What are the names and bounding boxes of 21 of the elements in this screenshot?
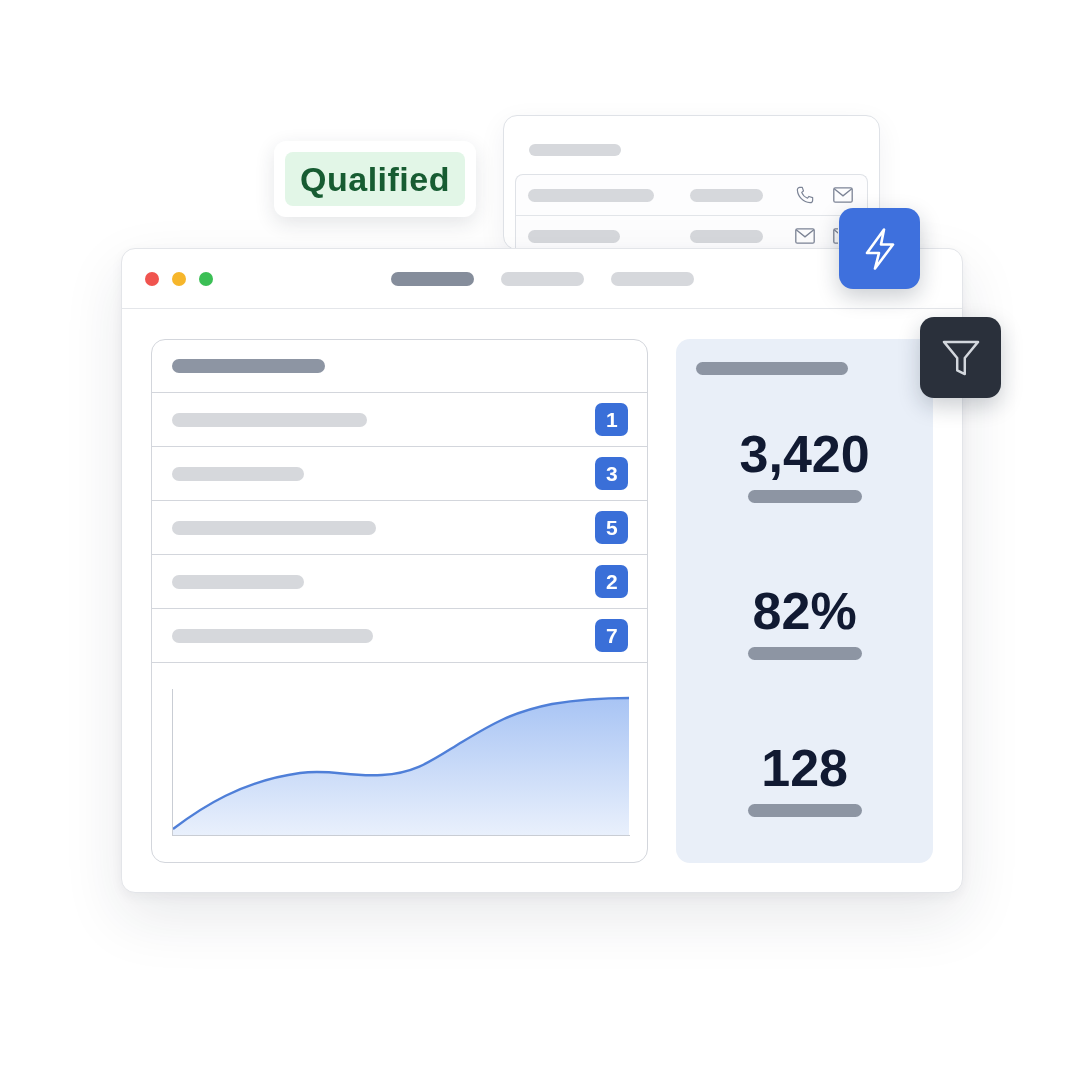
minimize-button[interactable] bbox=[172, 271, 186, 286]
nav-tab[interactable] bbox=[391, 271, 474, 286]
filter-button[interactable] bbox=[920, 317, 1001, 398]
mail-icon[interactable] bbox=[833, 227, 838, 245]
count-badge: 7 bbox=[595, 619, 629, 652]
close-button[interactable] bbox=[145, 271, 159, 286]
status-badge: Qualified bbox=[285, 152, 465, 206]
count-badge: 3 bbox=[595, 457, 629, 490]
lightning-icon bbox=[864, 227, 895, 270]
mail-icon[interactable] bbox=[833, 186, 853, 204]
count-badge: 5 bbox=[595, 511, 629, 544]
stat-value: 3,420 bbox=[739, 426, 870, 482]
stat-value: 82% bbox=[752, 583, 857, 639]
stat-value: 128 bbox=[761, 740, 848, 796]
maximize-button[interactable] bbox=[199, 271, 213, 286]
mail-icon[interactable] bbox=[795, 227, 815, 245]
phone-icon[interactable] bbox=[795, 186, 815, 204]
lightning-button[interactable] bbox=[839, 208, 920, 289]
count-badge: 1 bbox=[595, 403, 629, 436]
filter-icon bbox=[941, 339, 980, 376]
count-badge: 2 bbox=[595, 565, 629, 598]
